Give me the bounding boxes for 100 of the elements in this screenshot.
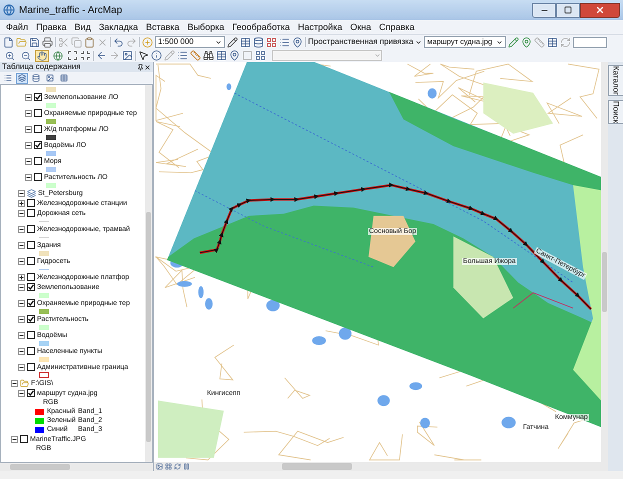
- layer-checkbox[interactable]: [34, 93, 42, 101]
- close-button[interactable]: [580, 2, 620, 18]
- pin-marker-icon[interactable]: [521, 36, 532, 48]
- layer-checkbox[interactable]: [27, 347, 35, 355]
- collapse-icon[interactable]: [25, 110, 32, 116]
- layer-checkbox[interactable]: [34, 157, 42, 165]
- info-icon[interactable]: [151, 50, 162, 61]
- pencil-icon[interactable]: [508, 36, 520, 48]
- toc-view-button[interactable]: [16, 72, 28, 84]
- menu-item[interactable]: Вставка: [146, 22, 180, 32]
- pan-button[interactable]: [35, 50, 49, 62]
- georeferencing-menu[interactable]: Пространственная привязка: [308, 38, 414, 46]
- pause-drawing-icon[interactable]: [183, 463, 190, 470]
- paste-icon[interactable]: [84, 36, 95, 48]
- layout-view-icon[interactable]: [165, 463, 172, 470]
- collapse-icon[interactable]: [18, 258, 25, 264]
- table-icon[interactable]: [240, 36, 251, 48]
- grid-icon[interactable]: [216, 50, 227, 61]
- collapse-icon[interactable]: [18, 210, 25, 216]
- globe-button[interactable]: [51, 50, 65, 62]
- vertical-scrollbar[interactable]: [145, 85, 152, 462]
- refresh-icon[interactable]: [174, 463, 181, 470]
- catalog-icon[interactable]: [253, 36, 264, 48]
- menu-item[interactable]: Настройка: [298, 22, 342, 32]
- menu-item[interactable]: Вид: [74, 22, 91, 32]
- editor-icon[interactable]: [227, 36, 238, 48]
- layer-checkbox[interactable]: [27, 331, 35, 339]
- scale-dropdown[interactable]: 1:500 000: [155, 36, 225, 48]
- print-icon[interactable]: [42, 36, 53, 48]
- collapse-icon[interactable]: [18, 242, 25, 248]
- layer-checkbox[interactable]: [27, 199, 35, 207]
- layer-checkbox[interactable]: [27, 225, 35, 233]
- map-pin-icon[interactable]: [229, 50, 240, 61]
- expand-icon[interactable]: [18, 274, 25, 280]
- layer-checkbox[interactable]: [27, 283, 35, 291]
- collapse-icon[interactable]: [18, 332, 25, 338]
- model-builder-icon[interactable]: [292, 36, 303, 48]
- maximize-button[interactable]: [556, 2, 580, 18]
- layer-checkbox[interactable]: [27, 257, 35, 265]
- collapse-icon[interactable]: [18, 348, 25, 354]
- caret-icon[interactable]: [415, 38, 422, 46]
- full-extent-icon[interactable]: [67, 50, 78, 61]
- layer-checkbox[interactable]: [34, 125, 42, 133]
- collapse-icon[interactable]: [25, 158, 32, 164]
- toc-view-button[interactable]: [58, 72, 70, 84]
- pointer-icon[interactable]: [138, 50, 149, 61]
- collapse-icon[interactable]: [18, 390, 25, 396]
- collapse-icon[interactable]: [25, 94, 32, 100]
- horizontal-scrollbar[interactable]: [0, 463, 153, 471]
- back-icon[interactable]: [96, 50, 107, 61]
- pin-icon[interactable]: [137, 64, 144, 70]
- collapse-icon[interactable]: [18, 300, 25, 306]
- layer-checkbox[interactable]: [27, 209, 35, 217]
- undo-icon[interactable]: [113, 36, 124, 48]
- collapse-icon[interactable]: [11, 380, 18, 386]
- fixed-zoom-icon[interactable]: [80, 50, 91, 61]
- layer-checkbox[interactable]: [34, 109, 42, 117]
- data-view-icon[interactable]: [156, 463, 163, 470]
- collapse-icon[interactable]: [25, 126, 32, 132]
- menu-item[interactable]: Выборка: [187, 22, 224, 32]
- menu-item[interactable]: Справка: [379, 22, 414, 32]
- new-document-icon[interactable]: [3, 36, 14, 48]
- collapse-icon[interactable]: [18, 226, 25, 232]
- menu-item[interactable]: Файл: [6, 22, 28, 32]
- layout-icon[interactable]: [255, 50, 266, 61]
- text-field[interactable]: [573, 36, 608, 48]
- save-icon[interactable]: [29, 36, 40, 48]
- layer-checkbox[interactable]: [34, 173, 42, 181]
- collapse-icon[interactable]: [25, 174, 32, 180]
- menu-item[interactable]: Окна: [350, 22, 372, 32]
- toc-view-button[interactable]: [30, 72, 42, 84]
- layer-checkbox[interactable]: [27, 299, 35, 307]
- toc-view-button[interactable]: [44, 72, 56, 84]
- expand-icon[interactable]: [18, 200, 25, 206]
- collapse-icon[interactable]: [18, 316, 25, 322]
- layer-checkbox[interactable]: [34, 141, 42, 149]
- layer-checkbox[interactable]: [27, 315, 35, 323]
- zoom-in-button[interactable]: [3, 50, 17, 62]
- map-vertical-scrollbar[interactable]: [601, 62, 608, 462]
- link-table-icon[interactable]: [547, 36, 558, 48]
- collapse-icon[interactable]: [18, 190, 25, 196]
- collapse-icon[interactable]: [18, 364, 25, 370]
- collapse-icon[interactable]: [18, 284, 25, 290]
- dock-tab[interactable]: Поиск: [608, 100, 623, 124]
- collapse-icon[interactable]: [25, 142, 32, 148]
- collapse-icon[interactable]: [11, 436, 18, 442]
- close-icon[interactable]: [144, 64, 151, 70]
- dock-tab[interactable]: Каталог: [608, 65, 623, 96]
- layer-checkbox[interactable]: [27, 363, 35, 371]
- layer-checkbox[interactable]: [27, 273, 35, 281]
- menu-item[interactable]: Геообработка: [232, 22, 290, 32]
- menu-item[interactable]: Закладка: [98, 22, 138, 32]
- zoom-out-button[interactable]: [19, 50, 33, 62]
- layer-checkbox[interactable]: [27, 241, 35, 249]
- menu-item[interactable]: Правка: [36, 22, 67, 32]
- layer-checkbox[interactable]: [27, 389, 35, 397]
- image-icon[interactable]: [122, 50, 133, 61]
- layer-checkbox[interactable]: [20, 435, 28, 443]
- toolbox-icon[interactable]: [266, 36, 277, 48]
- find-icon[interactable]: [203, 50, 214, 61]
